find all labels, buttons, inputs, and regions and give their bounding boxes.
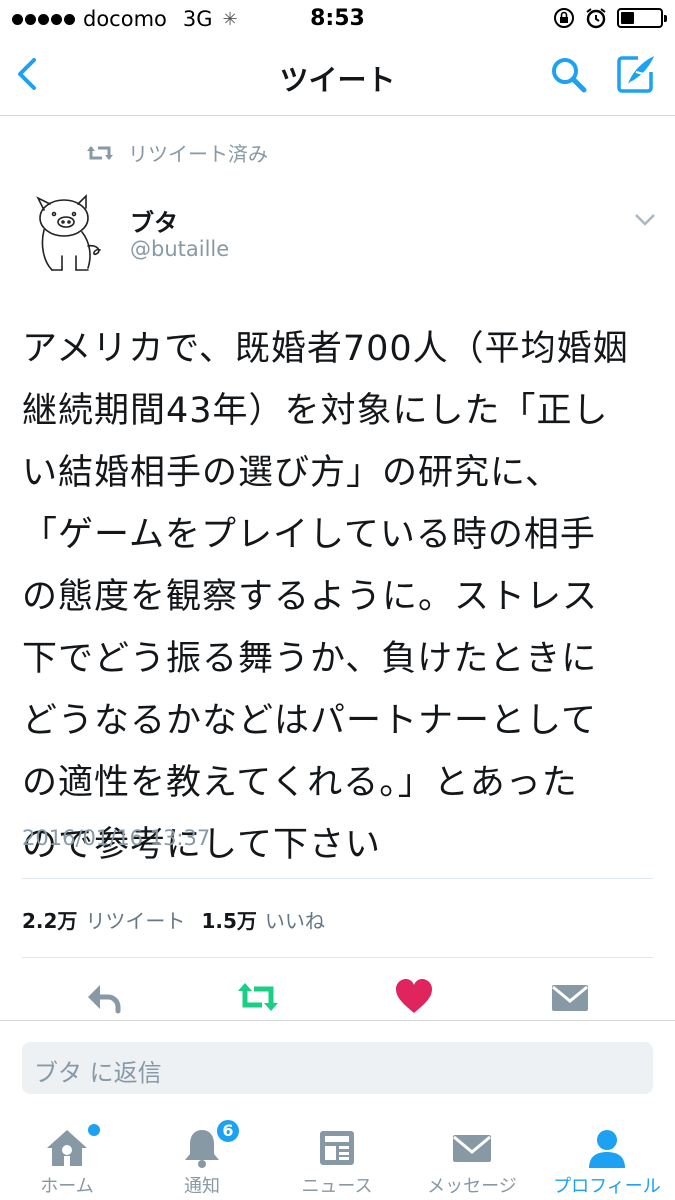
tweet-text-line: 「ゲームをプレイしている時の相手 — [22, 515, 596, 555]
navigation-bar: ツイート — [0, 40, 675, 116]
search-icon[interactable] — [548, 54, 588, 94]
tweet-actions — [0, 975, 675, 1021]
like-icon[interactable] — [392, 975, 436, 1019]
tweet-text-line: アメリカで、既婚者700人（平均婚姻 — [22, 329, 629, 369]
retweet-count-label[interactable]: リツイート — [85, 905, 185, 934]
tab-notifications-label: 通知 — [184, 1176, 220, 1197]
tab-home-label: ホーム — [40, 1176, 94, 1197]
tab-news-label: ニュース — [301, 1176, 373, 1197]
tweet-text: アメリカで、既婚者700人（平均婚姻 継続期間43年）を対象にした「正し い結婚… — [22, 318, 662, 876]
user-display-name[interactable]: ブタ — [130, 203, 178, 238]
tab-profile-label: プロフィール — [553, 1176, 661, 1197]
retweet-small-icon — [87, 145, 113, 160]
tab-notifications[interactable]: 6 通知 — [137, 1110, 267, 1200]
tab-bar: ホーム 6 通知 ニュース メッセージ プロフィール — [0, 1110, 675, 1200]
user-handle[interactable]: @butaille — [130, 237, 229, 261]
tweet-stats[interactable]: 2.2万 リツイート 1.5万 いいね — [22, 905, 341, 934]
tweet-timestamp: 2016/01/16 13:37 — [22, 826, 211, 850]
like-count-label[interactable]: いいね — [265, 905, 325, 934]
avatar[interactable] — [26, 186, 118, 278]
home-icon — [47, 1130, 87, 1166]
compose-icon[interactable] — [614, 52, 658, 96]
retweet-count[interactable]: 2.2万 — [22, 905, 77, 934]
notification-badge: 6 — [215, 1118, 241, 1144]
tab-messages[interactable]: メッセージ — [407, 1110, 537, 1200]
divider — [22, 878, 653, 879]
status-bar: docomo 3G ✳ 8:53 — [0, 0, 675, 40]
tweet-text-line: の適性を教えてくれる。」とあった — [22, 763, 578, 803]
retweeted-label: リツイート済み — [128, 142, 268, 166]
retweeted-indicator: リツイート済み — [86, 138, 268, 167]
status-right — [553, 7, 667, 29]
battery-icon — [617, 8, 667, 28]
tweet-text-line: どうなるかなどはパートナーとして — [22, 701, 597, 741]
direct-message-icon[interactable] — [548, 975, 592, 1019]
profile-icon — [589, 1130, 625, 1168]
tab-messages-label: メッセージ — [427, 1176, 517, 1197]
tweet-text-line: 下でどう振る舞うか、負けたときに — [22, 639, 598, 679]
reply-icon[interactable] — [82, 975, 126, 1019]
alarm-icon — [586, 8, 606, 29]
divider — [22, 957, 653, 958]
reply-input[interactable]: ブタ に返信 — [22, 1042, 653, 1094]
reply-placeholder: ブタ に返信 — [34, 1059, 162, 1087]
retweet-icon[interactable] — [236, 975, 280, 1019]
tweet-text-line: 継続期間43年）を対象にした「正し — [22, 391, 609, 431]
tab-home[interactable]: ホーム — [2, 1110, 132, 1200]
tab-news[interactable]: ニュース — [272, 1110, 402, 1200]
envelope-icon — [453, 1135, 491, 1162]
new-content-dot — [88, 1124, 100, 1136]
rotation-lock-icon — [554, 8, 574, 28]
news-icon — [320, 1131, 354, 1165]
tweet-text-line: の態度を観察するように。ストレス — [22, 577, 599, 617]
divider — [0, 1020, 675, 1021]
chevron-down-icon[interactable] — [634, 212, 656, 228]
tab-profile[interactable]: プロフィール — [542, 1110, 672, 1200]
like-count[interactable]: 1.5万 — [201, 905, 256, 934]
tweet-text-line: い結婚相手の選び方」の研究に、 — [22, 453, 561, 493]
